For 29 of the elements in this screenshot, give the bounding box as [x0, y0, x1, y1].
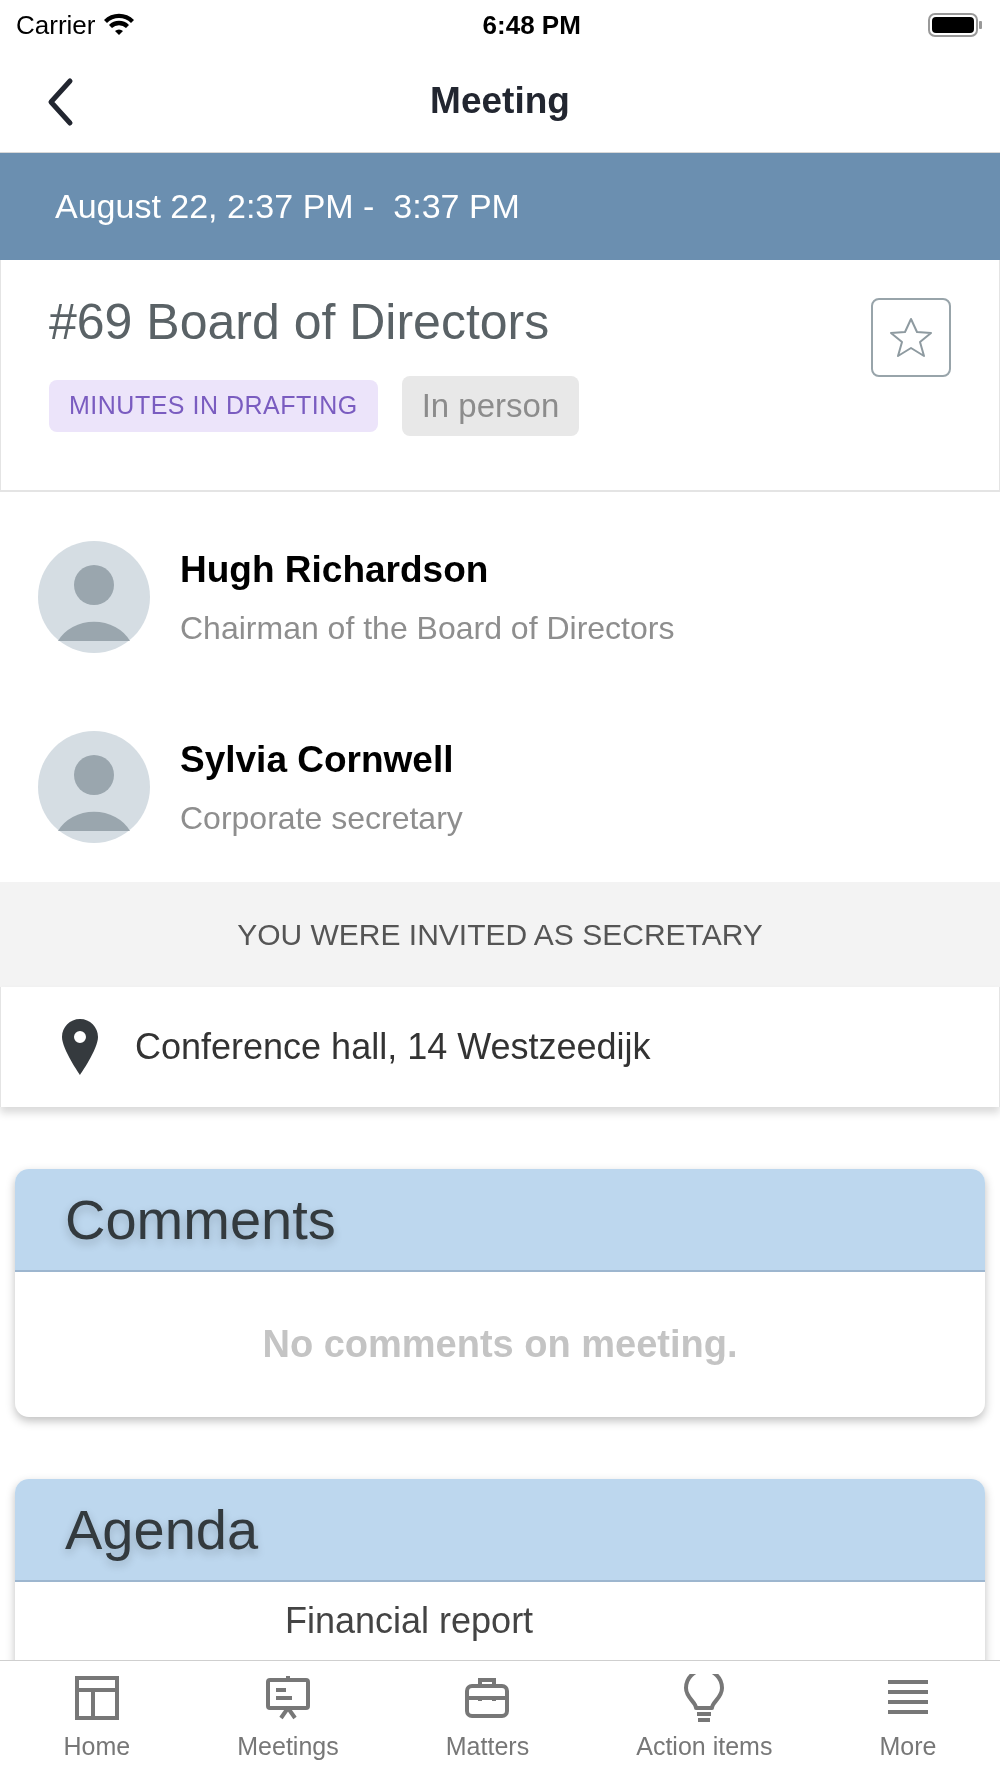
- person-role: Corporate secretary: [180, 798, 463, 838]
- location-pin-icon: [61, 1018, 99, 1076]
- empty-comments-text: No comments on meeting.: [262, 1322, 738, 1367]
- favorite-button[interactable]: [871, 298, 951, 377]
- carrier-label: Carrier: [16, 8, 96, 42]
- wifi-icon: [103, 13, 136, 37]
- meeting-type-badge: In person: [401, 376, 580, 436]
- star-icon: [889, 316, 933, 359]
- person-name: Hugh Richardson: [180, 548, 490, 593]
- presentation-board-icon: [264, 1673, 312, 1722]
- status-badge: MINUTES IN DRAFTING: [49, 380, 378, 432]
- date-range: August 22, 2:37 PM - 3:37 PM: [55, 186, 520, 227]
- person-role: Chairman of the Board of Directors: [180, 608, 675, 648]
- person-name: Sylvia Cornwell: [180, 738, 455, 783]
- invitation-text: YOU WERE INVITED AS SECRETARY: [237, 917, 763, 953]
- clock-time: 6:48 PM: [482, 8, 581, 42]
- tab-bar-item[interactable]: Home: [57, 1673, 137, 1766]
- tab-bar-item[interactable]: Action items: [630, 1673, 779, 1766]
- agenda-item[interactable]: Financial report: [285, 1594, 985, 1648]
- agenda-title: Agenda: [65, 1496, 259, 1563]
- battery-icon: [928, 12, 984, 38]
- comments-title: Comments: [65, 1186, 336, 1253]
- tab-bar-item[interactable]: Matters: [439, 1673, 536, 1766]
- tab-bar-item[interactable]: Meetings: [231, 1673, 345, 1766]
- location-text: Conference hall, 14 Westzeedijk: [135, 1025, 651, 1069]
- meeting-title: #69 Board of Directors: [49, 293, 551, 352]
- home-icon: [72, 1673, 121, 1722]
- tab-bar-item[interactable]: More: [873, 1673, 943, 1766]
- screen-title: Meeting: [430, 79, 570, 124]
